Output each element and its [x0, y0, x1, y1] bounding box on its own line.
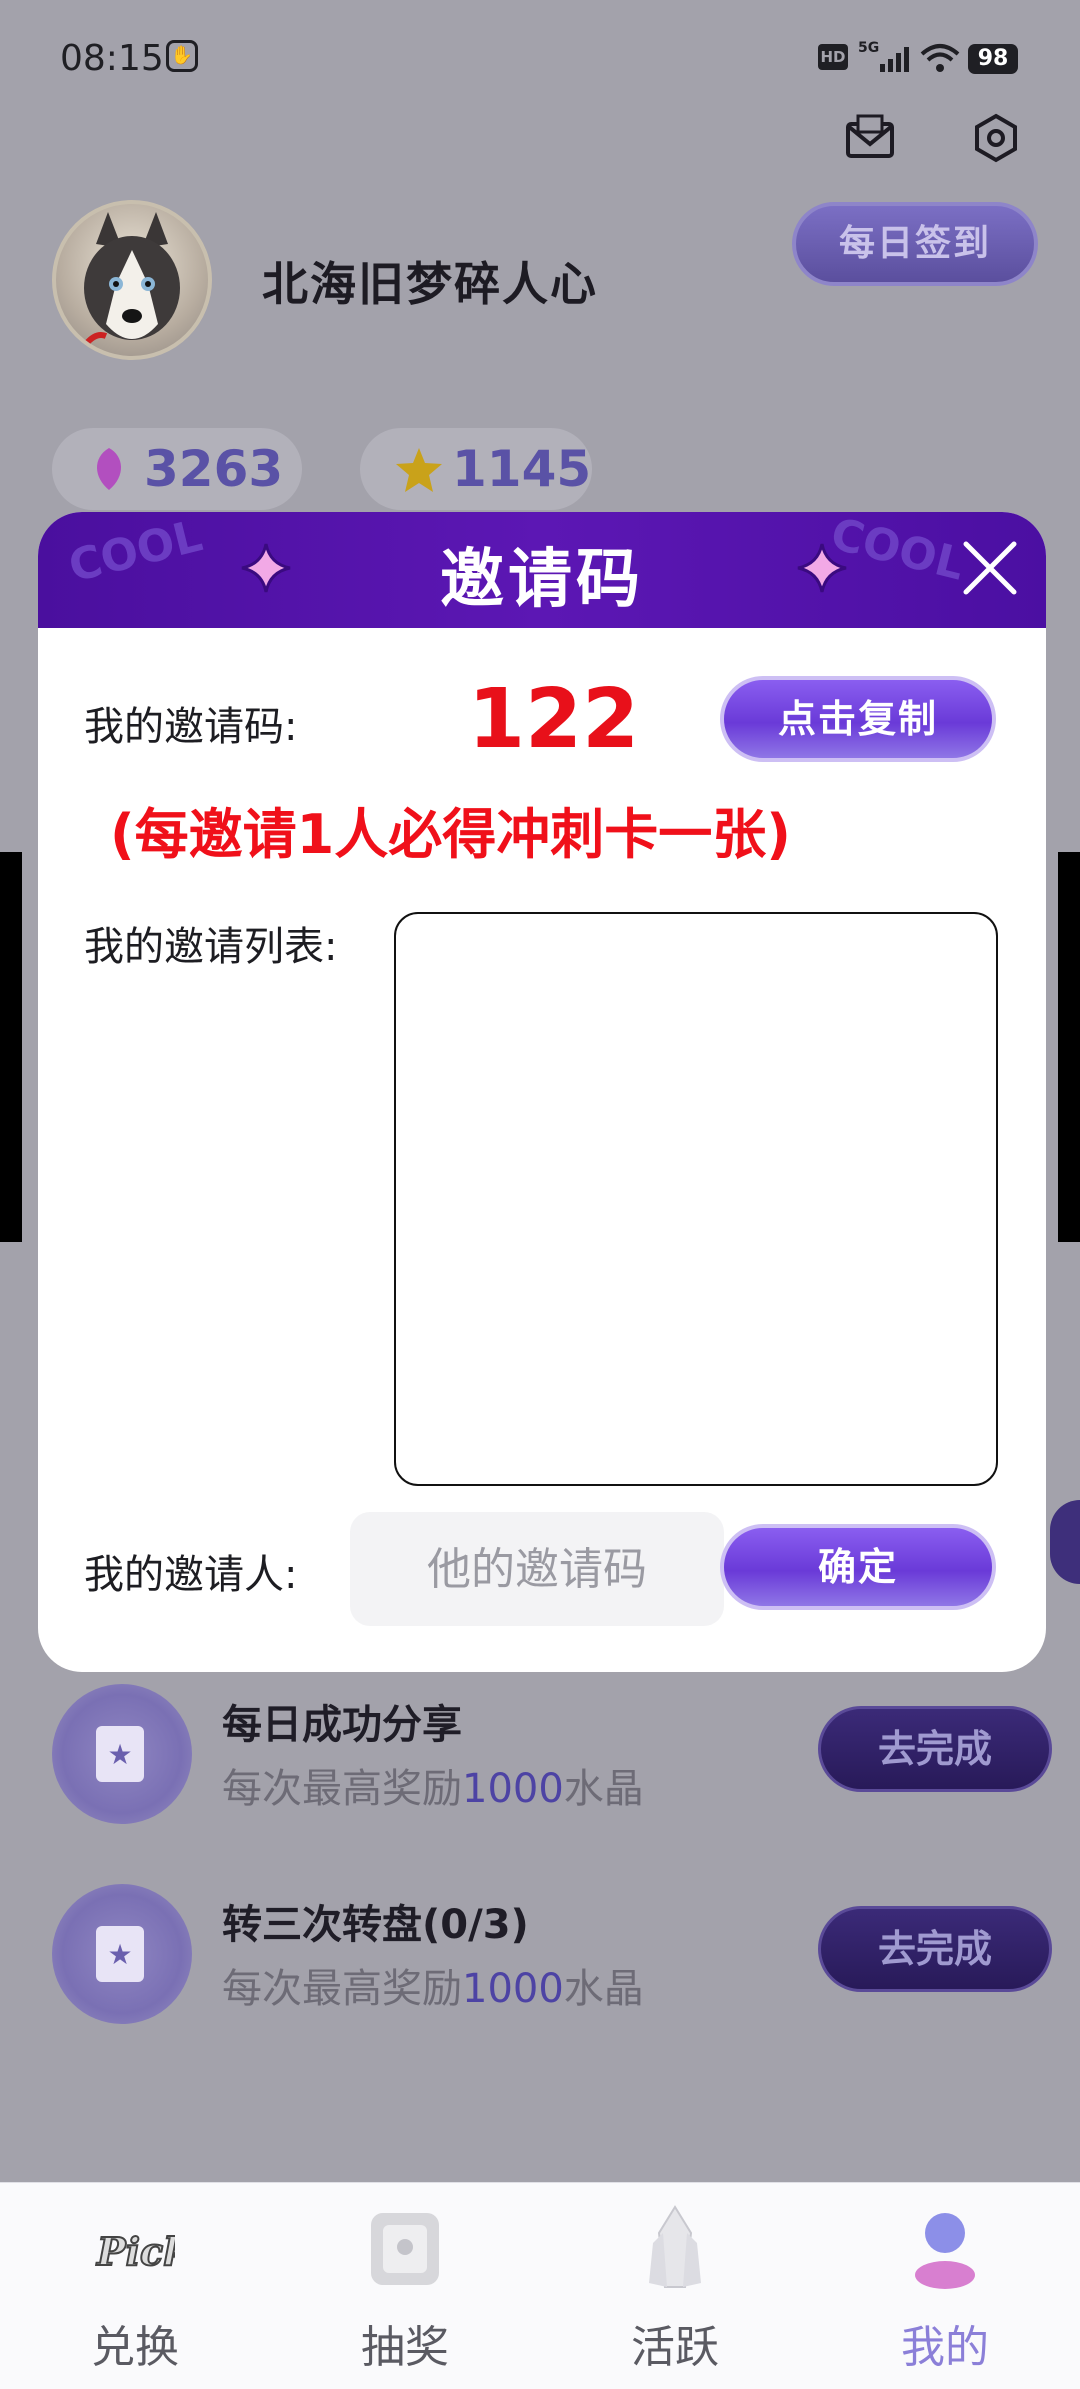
crystal-count: 3263: [144, 440, 284, 498]
battery-indicator: 98: [968, 44, 1018, 74]
invite-reward-note: (每邀请1人必得冲刺卡一张): [110, 803, 791, 866]
star-count: 1145: [452, 440, 592, 498]
tab-mine[interactable]: 我的: [810, 2183, 1080, 2389]
task-item: ★ 每日成功分享 每次最高奖励1000水晶 去完成: [52, 1684, 1052, 1824]
star-icon: [396, 448, 442, 492]
tab-label: 活跃: [631, 2322, 719, 2373]
star-document-icon: ★: [96, 1726, 144, 1782]
confirm-button[interactable]: 确定: [720, 1524, 996, 1610]
avatar[interactable]: [52, 200, 212, 360]
daily-checkin-button[interactable]: 每日签到: [792, 202, 1038, 286]
task-go-button[interactable]: 去完成: [818, 1906, 1052, 1992]
hand-icon: ✋: [166, 40, 198, 72]
status-time: 08:15: [60, 38, 164, 79]
task-go-button[interactable]: 去完成: [818, 1706, 1052, 1792]
task-reward: 每次最高奖励1000水晶: [222, 1766, 644, 1812]
star-balance: 1145: [360, 428, 592, 510]
task-reward: 每次最高奖励1000水晶: [222, 1966, 644, 2012]
invite-code-dialog: COOL COOL 邀请码 我的邀请码: 122 点击复制 (每邀请1人必得冲刺…: [38, 512, 1046, 1672]
signal-icon: 5G: [858, 40, 909, 72]
dialog-header: COOL COOL 邀请码: [38, 512, 1046, 628]
pick-logo-icon: Pick: [95, 2228, 175, 2275]
star-document-icon: ★: [96, 1926, 144, 1982]
hd-badge: HD: [818, 44, 848, 70]
tab-exchange[interactable]: Pick 兑换: [0, 2183, 270, 2389]
crystal-icon: [96, 448, 122, 490]
profile-icon: [915, 2213, 975, 2289]
lottery-card-icon: [371, 2213, 439, 2285]
crystal-icon: [649, 2205, 701, 2288]
status-bar: 08:15 ✋ HD 5G 98: [0, 0, 1080, 110]
settings-icon[interactable]: [968, 110, 1024, 166]
bottom-tab-bar: Pick 兑换 抽奖 活跃 我的: [0, 2182, 1080, 2389]
svg-text:5G: 5G: [858, 40, 879, 56]
obscured-task-button: [1050, 1500, 1080, 1584]
task-icon: ★: [52, 1684, 192, 1824]
my-invite-code: 122: [468, 672, 640, 767]
close-icon[interactable]: [960, 538, 1020, 598]
username: 北海旧梦碎人心: [262, 257, 598, 311]
wifi-icon: [920, 44, 960, 72]
tab-label: 兑换: [91, 2322, 179, 2373]
task-title: 转三次转盘(0/3): [222, 1902, 529, 1948]
husky-avatar-image: [83, 212, 180, 346]
invite-list-box[interactable]: [394, 912, 998, 1486]
task-title: 每日成功分享: [222, 1702, 462, 1748]
background-band: [0, 852, 22, 1242]
invite-list-label: 我的邀请列表:: [84, 924, 338, 970]
copy-button[interactable]: 点击复制: [720, 676, 996, 762]
tab-active[interactable]: 活跃: [540, 2183, 810, 2389]
background-band: [1058, 852, 1080, 1242]
tab-label: 抽奖: [361, 2322, 449, 2373]
inviter-label: 我的邀请人:: [84, 1552, 298, 1598]
inviter-code-input[interactable]: [350, 1512, 724, 1626]
mail-icon[interactable]: [842, 110, 898, 166]
my-code-label: 我的邀请码:: [84, 704, 298, 750]
crystal-balance: 3263: [52, 428, 302, 510]
svg-text:Pick: Pick: [96, 2229, 175, 2274]
task-icon: ★: [52, 1884, 192, 2024]
tab-lottery[interactable]: 抽奖: [270, 2183, 540, 2389]
dialog-title: 邀请码: [440, 543, 644, 617]
tab-label: 我的: [901, 2322, 989, 2373]
task-item: ★ 转三次转盘(0/3) 每次最高奖励1000水晶 去完成: [52, 1884, 1052, 2024]
